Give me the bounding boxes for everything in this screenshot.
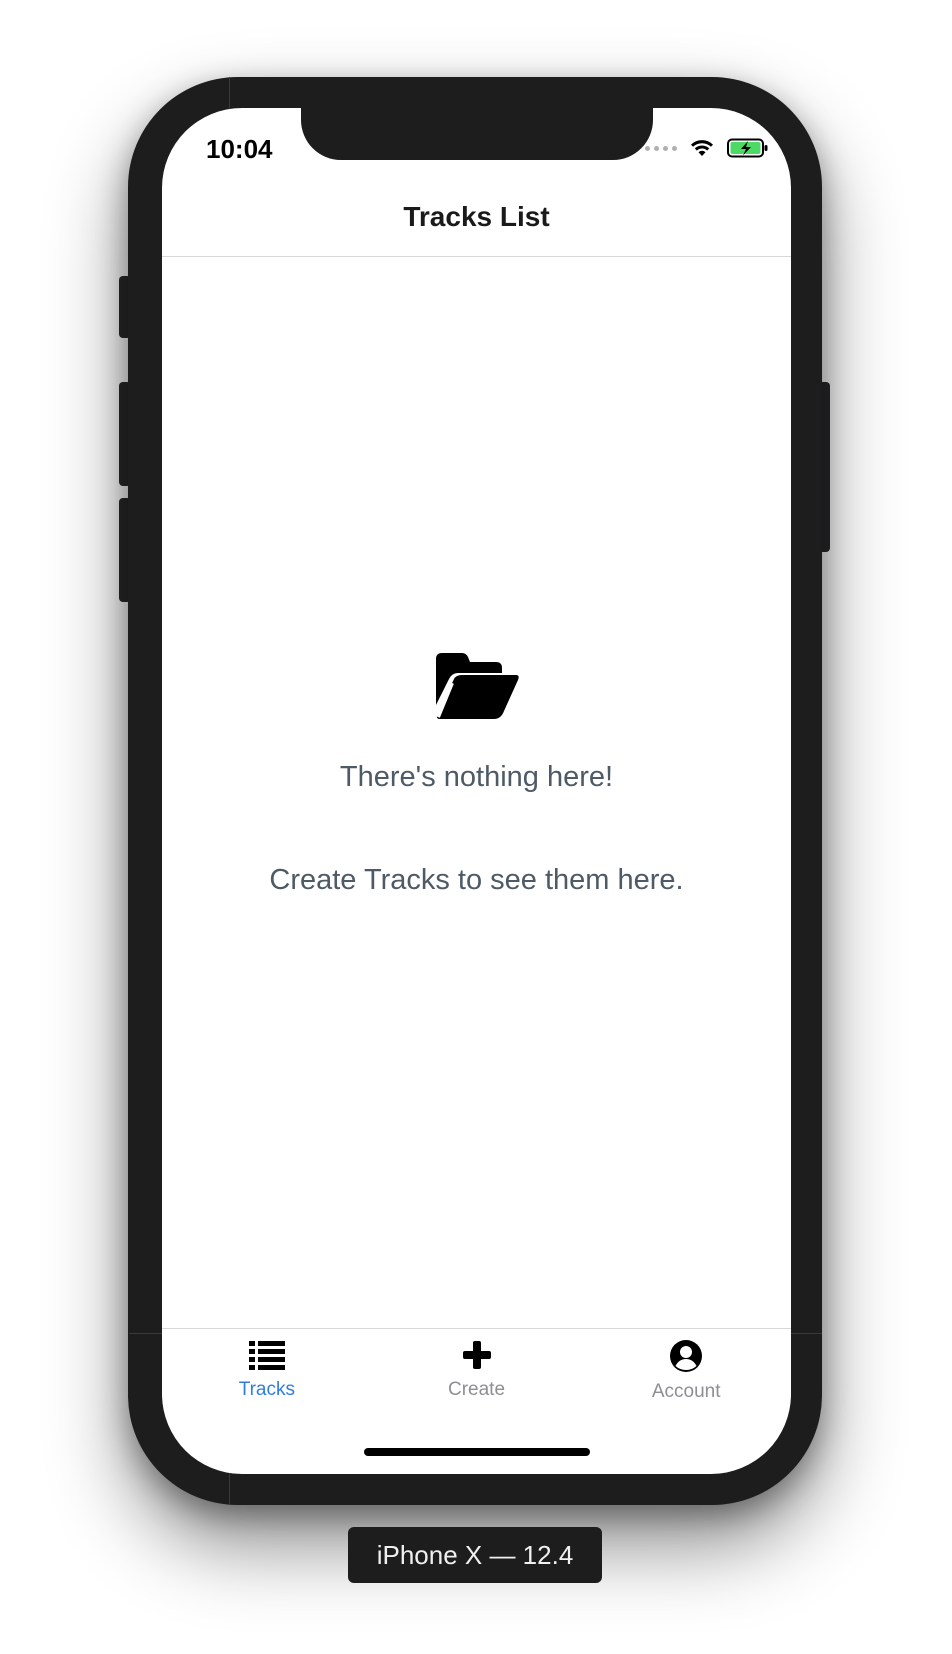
status-time: 10:04 <box>206 134 273 164</box>
notch <box>301 108 653 160</box>
empty-state: There's nothing here! Create Tracks to s… <box>162 653 791 897</box>
empty-state-title: There's nothing here! <box>339 761 614 793</box>
tab-account[interactable]: Account <box>581 1329 791 1474</box>
wifi-icon <box>691 140 713 156</box>
phone-screen: 10:04 Tracks List There's nothing here! … <box>162 108 791 1474</box>
user-circle-icon <box>670 1340 703 1372</box>
frame-seam <box>229 1472 230 1505</box>
list-icon <box>248 1341 285 1370</box>
home-indicator[interactable] <box>364 1448 590 1456</box>
tab-tracks-label: Tracks <box>238 1379 295 1400</box>
frame-seam <box>129 1333 162 1334</box>
simulator-stage: 10:04 Tracks List There's nothing here! … <box>0 0 952 1654</box>
status-icons <box>645 138 769 158</box>
navigation-header: Tracks List <box>162 178 791 257</box>
battery-charging-icon <box>727 138 768 158</box>
tab-tracks[interactable]: Tracks <box>162 1329 372 1474</box>
tab-account-label: Account <box>651 1381 721 1402</box>
frame-seam <box>229 77 230 110</box>
device-label: iPhone X — 12.4 <box>348 1527 602 1583</box>
page-title: Tracks List <box>403 201 550 232</box>
folder-open-icon <box>435 653 519 719</box>
tab-create-label: Create <box>447 1379 506 1400</box>
plus-icon <box>462 1341 491 1369</box>
cellular-signal-icon <box>645 145 677 151</box>
frame-seam <box>790 1333 822 1334</box>
empty-state-subtitle: Create Tracks to see them here. <box>269 864 684 896</box>
